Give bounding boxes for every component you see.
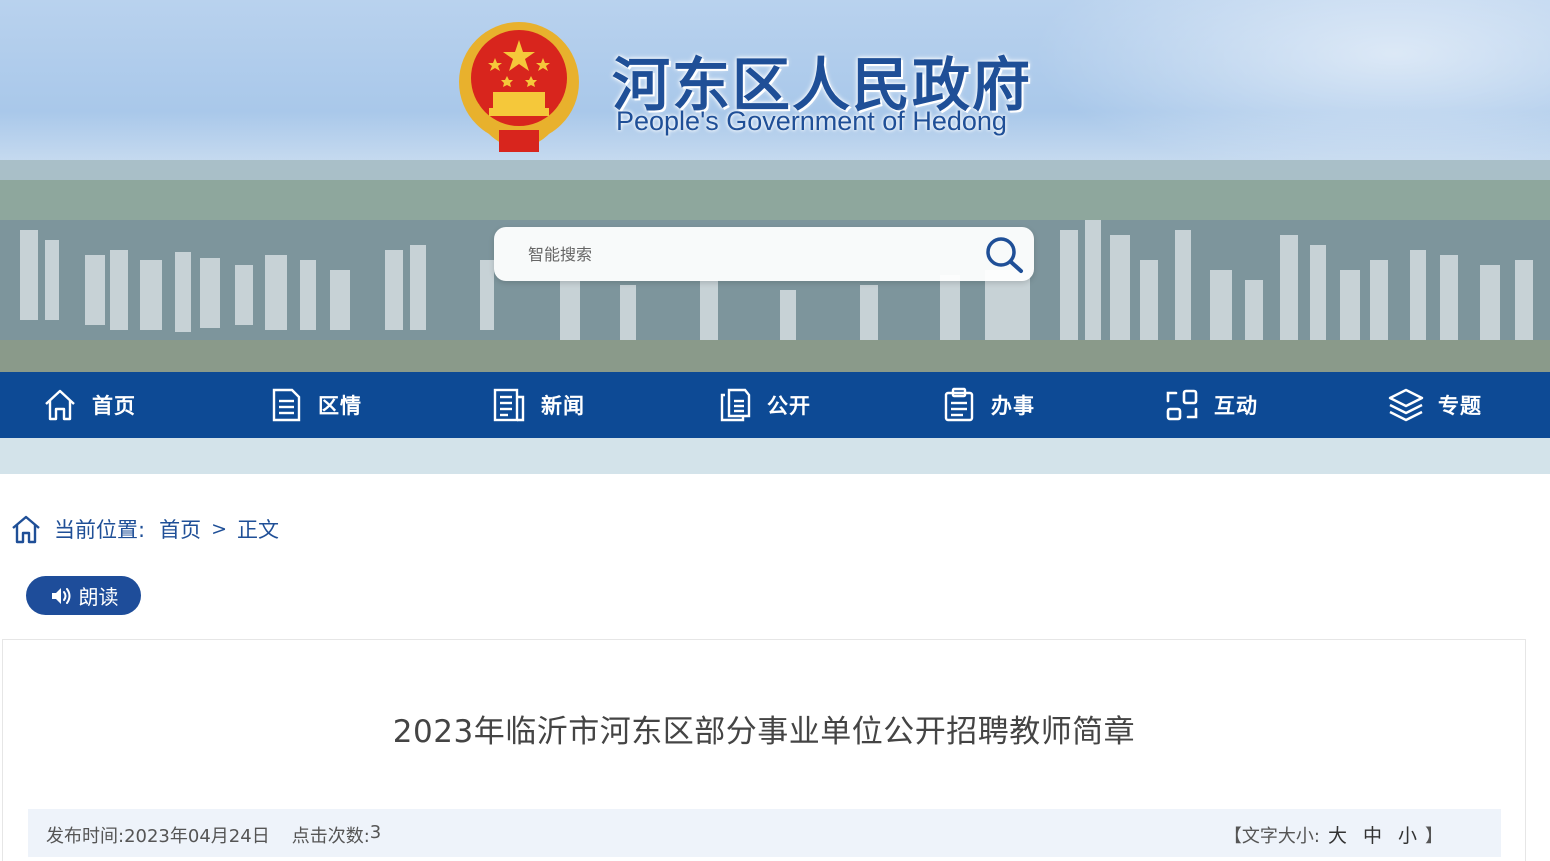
publish-label: 发布时间: (46, 826, 125, 847)
nav-item-label: 公开 (767, 394, 811, 418)
font-size-selector: 【文字大小: 大 中 小 】 (1224, 821, 1443, 848)
nav-item-services[interactable]: 办事 (941, 372, 1035, 438)
nav-item-label: 办事 (991, 394, 1035, 418)
nav-item-label: 互动 (1214, 394, 1258, 418)
nav-item-label: 专题 (1438, 394, 1482, 418)
breadcrumb-home-link[interactable]: 首页 (159, 514, 201, 544)
sub-navigation-bar (0, 438, 1550, 474)
header-banner: 河东区人民政府 People's Government of Hedong (0, 0, 1550, 372)
interaction-icon (1166, 389, 1198, 421)
font-size-medium-button[interactable]: 中 (1363, 821, 1382, 848)
clipboard-icon (944, 387, 974, 422)
click-count-label: 点击次数: (291, 826, 370, 847)
home-icon (45, 389, 75, 421)
article-meta-bar: 发布时间: 2023年04月24日 点击次数: 3 【文字大小: 大 中 小 】 (28, 809, 1501, 857)
nav-item-label: 新闻 (541, 394, 585, 418)
font-size-small-button[interactable]: 小 (1398, 821, 1417, 848)
site-title-english: People's Government of Hedong (616, 106, 1007, 136)
banner-map-overlay (1030, 0, 1550, 180)
nav-item-home[interactable]: 首页 (42, 372, 136, 438)
nav-item-interaction[interactable]: 互动 (1164, 372, 1258, 438)
nav-item-open[interactable]: 公开 (717, 372, 811, 438)
speaker-icon (51, 587, 70, 604)
article-title: 2023年临沂市河东区部分事业单位公开招聘教师简章 (392, 714, 1136, 750)
breadcrumb: 当前位置: 首页 > 正文 (10, 512, 279, 546)
home-icon (12, 515, 40, 544)
article-panel: 2023年临沂市河东区部分事业单位公开招聘教师简章 发布时间: 2023年04月… (2, 639, 1526, 861)
publish-date: 2023年04月24日 (124, 826, 270, 847)
search-bar (494, 227, 1034, 281)
click-count: 3 (369, 822, 382, 843)
read-aloud-button[interactable]: 朗读 (26, 576, 141, 615)
breadcrumb-prefix: 当前位置: (54, 518, 146, 542)
document-icon (272, 388, 301, 422)
nav-item-topics[interactable]: 专题 (1388, 372, 1482, 438)
main-navigation: 首页 区情 新闻 公开 办事 互动 专题 (0, 372, 1550, 438)
nav-item-district[interactable]: 区情 (268, 372, 362, 438)
read-aloud-label: 朗读 (78, 585, 119, 609)
font-size-suffix: 】 (1425, 825, 1443, 847)
search-icon[interactable] (982, 233, 1026, 275)
breadcrumb-current: 正文 (237, 518, 279, 542)
news-icon (493, 388, 525, 422)
nav-item-label: 区情 (318, 394, 362, 418)
national-emblem-logo (459, 22, 579, 152)
nav-item-news[interactable]: 新闻 (491, 372, 585, 438)
nav-item-label: 首页 (92, 394, 136, 418)
files-icon (720, 388, 751, 422)
layers-icon (1388, 388, 1424, 422)
font-size-large-button[interactable]: 大 (1328, 821, 1347, 848)
breadcrumb-separator: > (211, 518, 227, 540)
article-meta-info: 发布时间: 2023年04月24日 点击次数: 3 (46, 822, 381, 848)
font-size-prefix: 【文字大小: (1223, 825, 1320, 847)
search-input[interactable] (514, 237, 964, 271)
